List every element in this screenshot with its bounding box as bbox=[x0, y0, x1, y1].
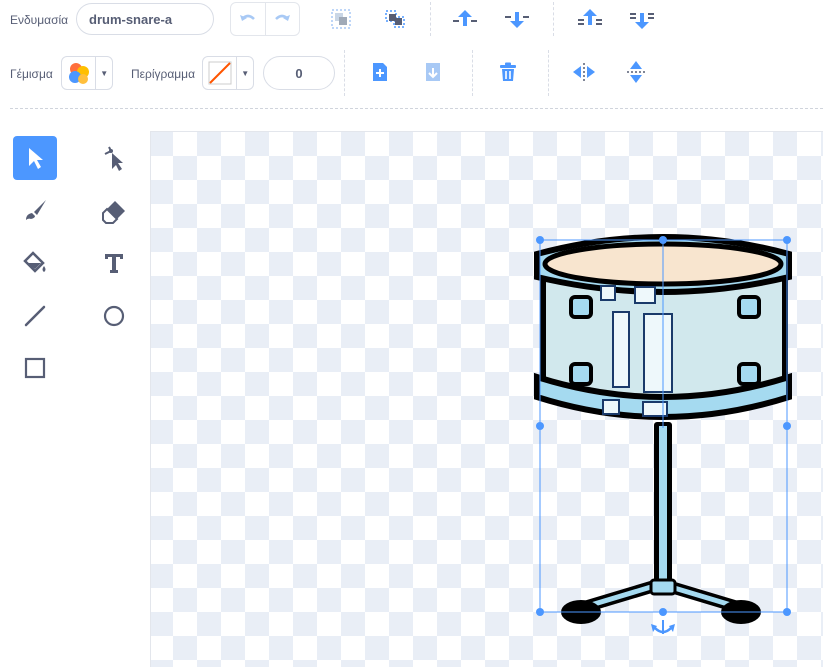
outline-label: Περίγραμμα bbox=[131, 67, 196, 81]
outline-swatch bbox=[203, 57, 236, 89]
line-tool[interactable] bbox=[13, 294, 57, 338]
backward-icon bbox=[505, 12, 529, 28]
rectangle-tool[interactable] bbox=[13, 346, 57, 390]
circle-tool[interactable] bbox=[92, 294, 136, 338]
front-icon bbox=[578, 9, 602, 25]
flip-horizontal-button[interactable] bbox=[568, 56, 600, 88]
toolbar-separator bbox=[10, 108, 823, 109]
text-tool[interactable] bbox=[92, 241, 136, 285]
drum-snare-artwork[interactable] bbox=[151, 132, 823, 667]
undo-button[interactable] bbox=[231, 3, 265, 35]
toolbar-divider bbox=[430, 2, 431, 36]
ungroup-icon bbox=[385, 10, 405, 28]
fill-color-dropdown[interactable]: ▼ bbox=[61, 56, 113, 90]
costume-label: Ενδυμασία bbox=[10, 13, 69, 27]
paste-icon bbox=[426, 63, 440, 81]
brush-tool[interactable] bbox=[13, 189, 57, 233]
brush-icon bbox=[26, 200, 46, 220]
rotate-handle-icon[interactable] bbox=[651, 620, 675, 634]
flip-vertical-icon bbox=[627, 61, 645, 83]
flip-vertical-button[interactable] bbox=[620, 56, 652, 88]
back-button[interactable] bbox=[626, 3, 658, 35]
delete-button[interactable] bbox=[492, 56, 524, 88]
eraser-icon bbox=[102, 201, 125, 224]
paint-bucket-icon bbox=[23, 251, 46, 273]
group-icon bbox=[331, 9, 351, 29]
fill-label: Γέμισμα bbox=[10, 67, 53, 81]
circle-icon bbox=[103, 305, 125, 327]
toolbar-divider bbox=[548, 50, 549, 96]
fill-swatch bbox=[62, 57, 95, 89]
group-button[interactable] bbox=[325, 3, 357, 35]
no-color-icon bbox=[208, 61, 232, 85]
line-icon bbox=[24, 305, 46, 327]
costume-name-input[interactable] bbox=[76, 3, 214, 35]
forward-icon bbox=[453, 10, 477, 26]
undo-icon bbox=[239, 14, 255, 21]
front-button[interactable] bbox=[574, 3, 606, 35]
chevron-down-icon: ▼ bbox=[95, 57, 112, 89]
trash-icon bbox=[500, 62, 516, 81]
toolbar-divider bbox=[344, 50, 345, 96]
backward-button[interactable] bbox=[501, 3, 533, 35]
rectangle-icon bbox=[24, 357, 46, 379]
flip-horizontal-icon bbox=[573, 63, 595, 81]
select-tool[interactable] bbox=[13, 136, 57, 180]
color-mix-icon bbox=[68, 63, 89, 84]
fill-tool[interactable] bbox=[13, 241, 57, 285]
paint-canvas[interactable] bbox=[150, 131, 823, 667]
undo-redo-group bbox=[230, 2, 300, 36]
copy-button[interactable] bbox=[364, 56, 396, 88]
redo-icon bbox=[275, 14, 291, 21]
forward-button[interactable] bbox=[449, 3, 481, 35]
reshape-icon bbox=[104, 146, 123, 171]
reshape-tool[interactable] bbox=[92, 136, 136, 180]
toolbar-divider bbox=[553, 2, 554, 36]
outline-color-dropdown[interactable]: ▼ bbox=[202, 56, 254, 90]
paste-button[interactable] bbox=[417, 56, 449, 88]
arrow-pointer-icon bbox=[29, 148, 43, 169]
ungroup-button[interactable] bbox=[379, 3, 411, 35]
back-icon bbox=[630, 13, 654, 29]
redo-button[interactable] bbox=[264, 3, 300, 35]
outline-width-input[interactable] bbox=[263, 56, 335, 90]
eraser-tool[interactable] bbox=[92, 189, 136, 233]
text-t-icon bbox=[105, 254, 123, 273]
copy-icon bbox=[373, 63, 387, 81]
toolbar-divider bbox=[472, 50, 473, 96]
chevron-down-icon: ▼ bbox=[236, 57, 253, 89]
